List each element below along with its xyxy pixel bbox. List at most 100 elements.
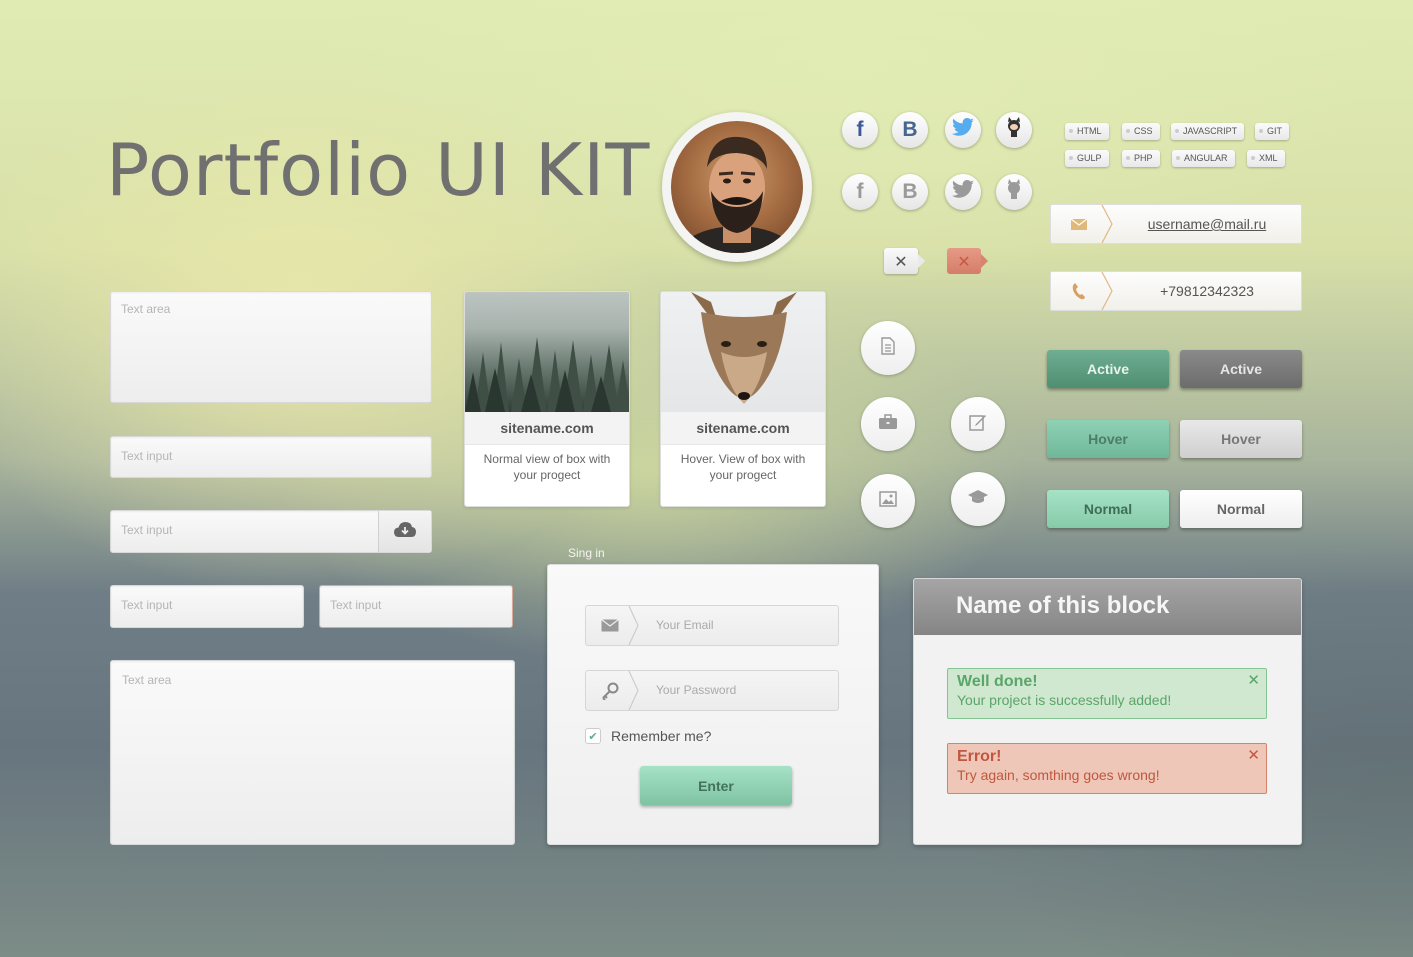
remember-me[interactable]: ✔ Remember me? (585, 728, 711, 744)
error-message: Try again, somthing goes wrong! (957, 767, 1160, 783)
text-input[interactable]: Text input (110, 436, 432, 478)
separator-arrow (628, 671, 639, 710)
envelope-icon (586, 606, 634, 645)
education-button[interactable] (951, 472, 1005, 526)
upload-input[interactable]: Text input (110, 510, 432, 553)
github-button-inactive[interactable] (996, 174, 1032, 210)
tag-php[interactable]: PHP (1122, 150, 1160, 167)
close-icon[interactable]: ✕ (1247, 671, 1260, 689)
text-input-small-placeholder: Text input (121, 598, 173, 612)
close-tag-button[interactable]: ✕ (884, 248, 925, 274)
separator-arrow (1101, 205, 1113, 243)
avatar-photo (671, 121, 803, 253)
card-image-coyote (661, 292, 825, 412)
close-icon: ✕ (894, 251, 908, 271)
vk-icon: B (902, 118, 918, 141)
twitter-icon (952, 118, 974, 142)
avatar (662, 112, 812, 262)
text-input-placeholder: Text input (121, 449, 173, 463)
textarea-bottom[interactable]: Text area (110, 660, 515, 845)
twitter-icon (952, 180, 974, 204)
signin-form: Your Email Your Password ✔ Remember me? … (547, 564, 879, 845)
email-value[interactable]: username@mail.ru (1113, 205, 1301, 243)
card-description: Normal view of box with your progect (483, 452, 611, 482)
facebook-button[interactable]: f (842, 112, 878, 148)
image-button[interactable] (861, 474, 915, 528)
enter-button[interactable]: Enter (640, 766, 792, 805)
green-button-normal[interactable]: Normal (1047, 490, 1169, 528)
phone-icon (1051, 272, 1107, 310)
success-message: Your project is successfully added! (957, 692, 1172, 708)
tag-angular[interactable]: ANGULAR (1172, 150, 1235, 167)
vk-icon: B (902, 180, 918, 203)
tag-xml[interactable]: XML (1247, 150, 1285, 167)
grey-button-hover[interactable]: Hover (1180, 420, 1302, 458)
success-title: Well done! (957, 673, 1038, 690)
textarea-bottom-placeholder: Text area (122, 673, 172, 687)
close-icon: ✕ (957, 251, 971, 271)
phone-value: +79812342323 (1160, 283, 1254, 299)
image-icon (879, 491, 897, 511)
briefcase-button[interactable] (861, 397, 915, 451)
twitter-button-inactive[interactable] (945, 174, 981, 210)
check-icon: ✔ (588, 729, 598, 743)
facebook-icon: f (856, 180, 864, 203)
upload-input-placeholder: Text input (121, 523, 173, 537)
error-title: Error! (957, 748, 1002, 765)
project-card-normal[interactable]: sitename.com Normal view of box with you… (464, 291, 630, 507)
edit-button[interactable] (951, 397, 1005, 451)
success-alert: Well done! Your project is successfully … (947, 668, 1267, 719)
card-image-forest (465, 292, 629, 412)
email-placeholder: Your Email (656, 618, 714, 632)
card-site-name: sitename.com (661, 412, 825, 445)
page-title: Portfolio UI KIT (106, 128, 651, 212)
text-input-error[interactable]: Text input (319, 585, 513, 628)
separator-arrow (1101, 272, 1113, 310)
card-description: Hover. View of box with your progect (680, 452, 806, 482)
facebook-icon: f (856, 118, 864, 141)
twitter-button[interactable] (945, 112, 981, 148)
card-site-name: sitename.com (465, 412, 629, 445)
separator-arrow (628, 606, 639, 645)
graduation-cap-icon (967, 489, 989, 509)
textarea-placeholder: Text area (121, 302, 171, 316)
remember-label: Remember me? (611, 728, 712, 744)
text-input-small[interactable]: Text input (110, 585, 304, 628)
signin-label: Sing in (568, 546, 605, 560)
block-title: Name of this block (914, 579, 1301, 635)
green-button-active[interactable]: Active (1047, 350, 1169, 388)
tag-gulp[interactable]: GULP (1065, 150, 1109, 167)
facebook-button-inactive[interactable]: f (842, 174, 878, 210)
email-field[interactable]: Your Email (585, 605, 839, 646)
error-alert: Error! Try again, somthing goes wrong! ✕ (947, 743, 1267, 794)
text-input-error-placeholder: Text input (330, 598, 382, 612)
project-card-hover[interactable]: sitename.com Hover. View of box with you… (660, 291, 826, 507)
email-contact[interactable]: username@mail.ru (1050, 204, 1302, 244)
document-button[interactable] (861, 321, 915, 375)
tag-css[interactable]: CSS (1122, 123, 1160, 140)
grey-button-active[interactable]: Active (1180, 350, 1302, 388)
remember-checkbox[interactable]: ✔ (585, 728, 601, 744)
grey-button-normal[interactable]: Normal (1180, 490, 1302, 528)
edit-icon (969, 413, 987, 435)
vk-button-inactive[interactable]: B (892, 174, 928, 210)
document-icon (881, 337, 895, 359)
password-field[interactable]: Your Password (585, 670, 839, 711)
cloud-download-icon (394, 521, 416, 542)
notification-block: Name of this block Well done! Your proje… (913, 578, 1302, 845)
tag-html[interactable]: HTML (1065, 123, 1109, 140)
green-button-hover[interactable]: Hover (1047, 420, 1169, 458)
close-tag-button-hover[interactable]: ✕ (947, 248, 988, 274)
tag-git[interactable]: GIT (1255, 123, 1289, 140)
github-icon (1004, 117, 1024, 143)
github-button[interactable] (996, 112, 1032, 148)
tag-javascript[interactable]: JAVASCRIPT (1171, 123, 1245, 140)
close-icon[interactable]: ✕ (1247, 746, 1260, 764)
github-icon (1004, 179, 1024, 205)
upload-button[interactable] (378, 511, 431, 552)
briefcase-icon (878, 414, 898, 434)
textarea-top[interactable]: Text area (110, 291, 432, 403)
phone-contact[interactable]: +79812342323 (1050, 271, 1302, 311)
vk-button[interactable]: B (892, 112, 928, 148)
envelope-icon (1051, 205, 1107, 243)
